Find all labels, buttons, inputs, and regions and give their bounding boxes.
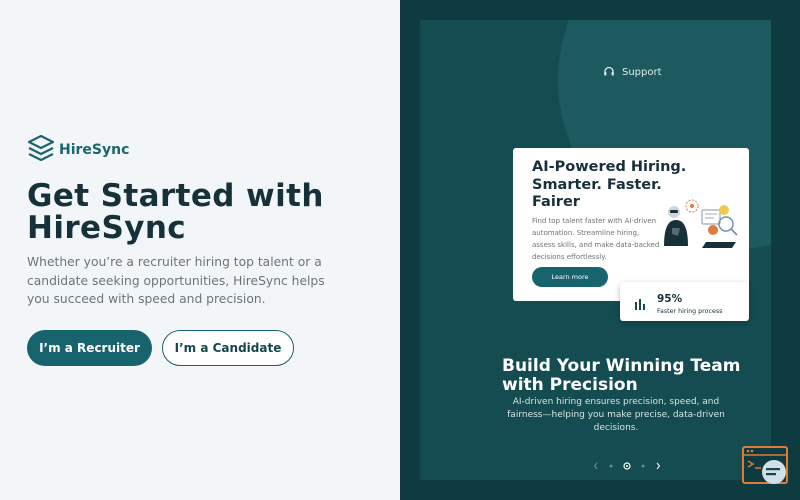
brand-name: HireSync [59, 142, 130, 158]
stat-value: 95% [657, 293, 683, 305]
logo-icon [27, 134, 55, 166]
terminal-chat-icon[interactable] [742, 446, 790, 486]
carousel-dot[interactable] [641, 464, 645, 468]
page-description: Whether you’re a recruiter hiring top ta… [27, 255, 325, 306]
support-link[interactable]: Support [603, 66, 662, 78]
page-title: Get Started with HireSync [27, 178, 324, 246]
showcase-panel: Support AI-Powered Hiring. Smarter. Fast… [420, 20, 771, 480]
right-pane: Support AI-Powered Hiring. Smarter. Fast… [400, 0, 800, 500]
chevron-left-icon[interactable] [593, 462, 599, 470]
headset-icon [603, 66, 615, 78]
candidate-button[interactable]: I’m a Candidate [162, 330, 294, 366]
carousel-controls [593, 462, 661, 470]
showcase-subtext: AI-driven hiring ensures precision, spee… [507, 397, 725, 433]
left-pane: HireSync Get Started with HireSync Wheth… [0, 0, 400, 500]
bar-chart-icon [634, 295, 646, 314]
card-description: Find top talent faster with AI-driven au… [532, 217, 660, 261]
carousel-dot-active[interactable] [623, 462, 631, 470]
ai-robot-illustration [658, 198, 748, 254]
brand-logo[interactable]: HireSync [27, 134, 129, 166]
chevron-right-icon[interactable] [655, 462, 661, 470]
learn-more-button[interactable]: Learn more [532, 267, 608, 287]
recruiter-button[interactable]: I’m a Recruiter [27, 330, 152, 366]
carousel-dot[interactable] [609, 464, 613, 468]
promo-card: AI-Powered Hiring. Smarter. Faster. Fair… [513, 148, 749, 301]
stat-label: Faster hiring process [657, 308, 723, 315]
stat-card: 95% Faster hiring process [620, 282, 749, 321]
showcase-headline: Build Your Winning Team with Precision [502, 356, 741, 395]
support-label: Support [622, 66, 662, 78]
